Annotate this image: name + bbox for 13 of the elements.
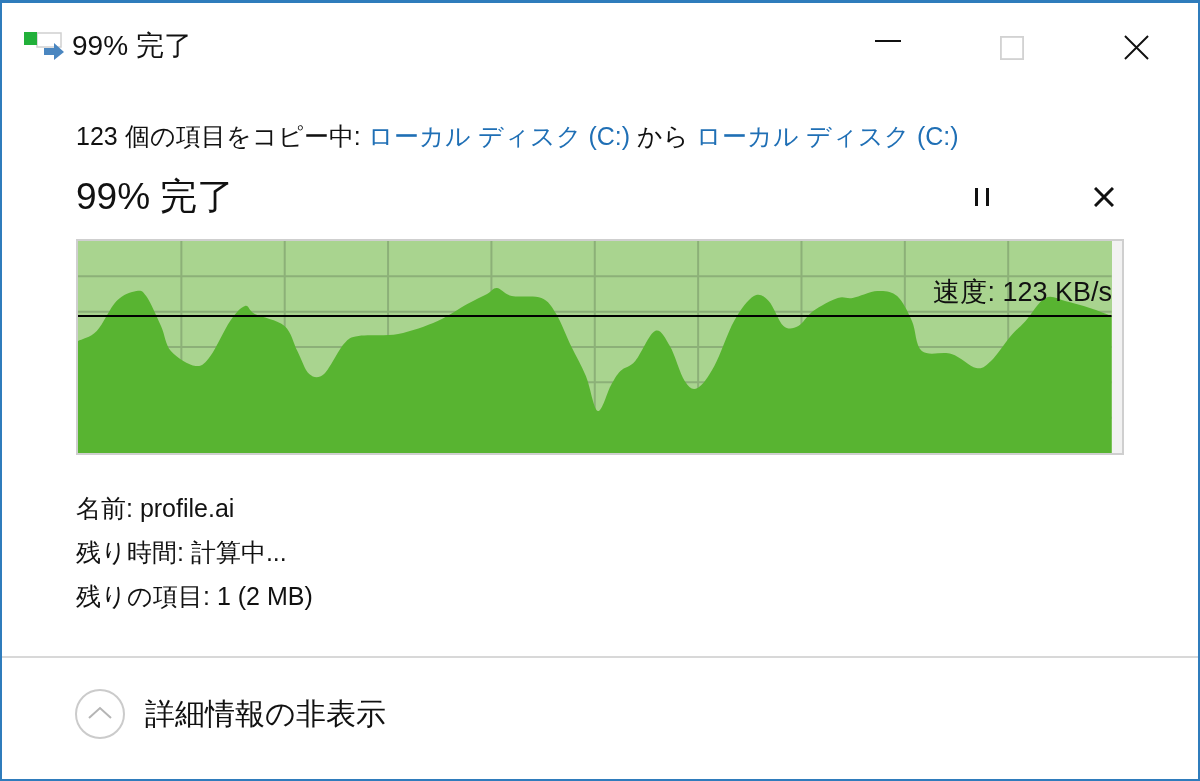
source-link[interactable]: ローカル ディスク (C:) — [367, 122, 631, 150]
detail-text: 残り時間: 計算中... — [76, 537, 288, 568]
window-title: 99% 完了 — [72, 28, 193, 63]
file-copy-icon — [24, 31, 64, 60]
destination-link[interactable]: ローカル ディスク (C:) — [696, 122, 959, 150]
detail-text: 名前: profile.ai — [76, 493, 236, 524]
speed-label: 速度: 123 KB/s — [933, 276, 1112, 308]
progress-heading: 99% 完了 — [76, 176, 236, 218]
details-toggle[interactable]: 詳細情報の非表示 — [75, 689, 386, 739]
detail-text: 残りの項目: 1 (2 MB) — [76, 581, 314, 612]
copy-summary: 123 個の項目をコピー中: ローカル ディスク (C:) から ローカル ディスク (C:) — [76, 121, 960, 152]
close-icon — [1094, 187, 1114, 207]
pause-icon — [973, 188, 991, 206]
